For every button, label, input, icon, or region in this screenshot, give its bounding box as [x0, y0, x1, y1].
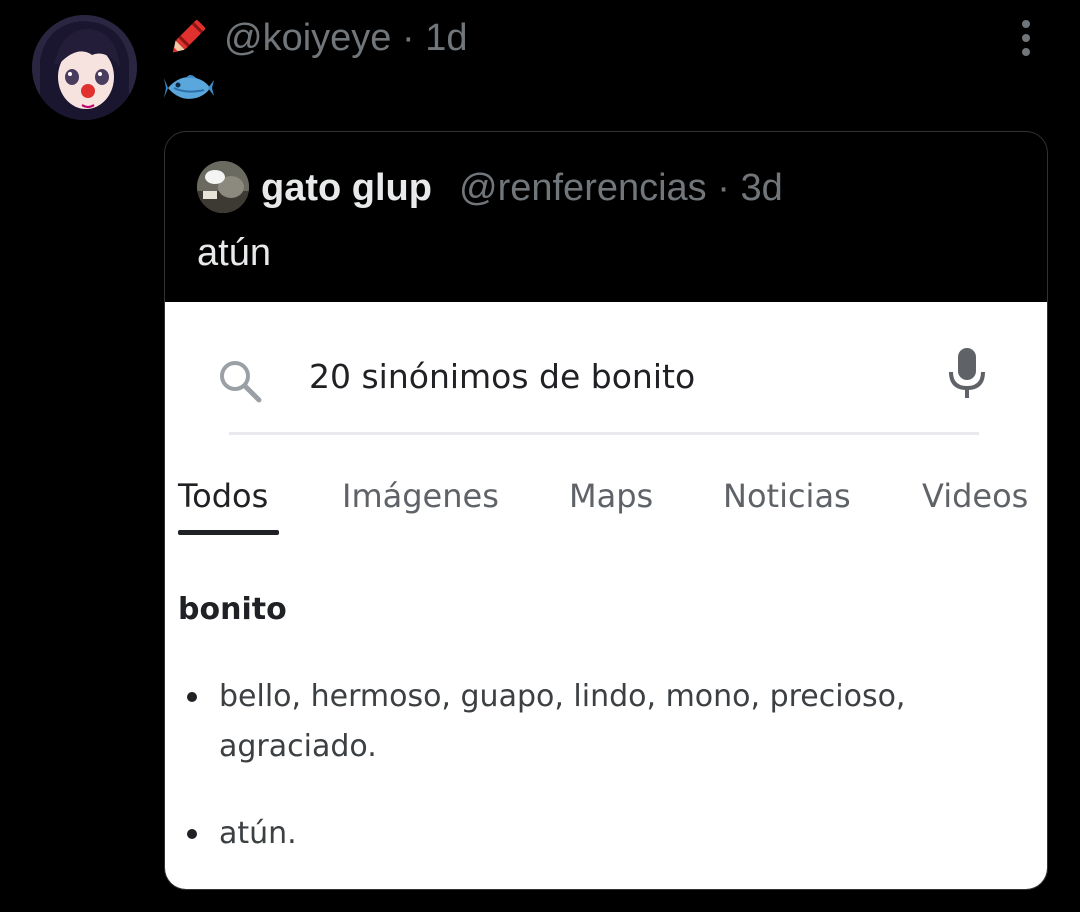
vertical-ellipsis-icon[interactable] [1008, 18, 1044, 58]
quoted-tweet-card[interactable]: gato glup @renferencias · 3d atún 20 sin… [164, 131, 1048, 890]
quoted-handle[interactable]: @renferencias [459, 167, 707, 209]
avatar[interactable] [32, 15, 137, 120]
tweet-time[interactable]: 1d [425, 17, 467, 59]
tab-todos: Todos [178, 477, 269, 515]
meta-separator: · [401, 17, 415, 59]
quoted-text: atún [197, 232, 271, 274]
tab-videos: Videos [922, 477, 1029, 515]
anime-girl-avatar-icon [32, 15, 137, 120]
list-item: atún. [219, 816, 297, 851]
definition-heading: bonito [178, 592, 287, 627]
attached-image[interactable]: 20 sinónimos de bonito Todos Imágenes Ma… [165, 302, 1047, 889]
list-item: bello, hermoso, guapo, lindo, mono, prec… [219, 679, 906, 764]
search-divider [229, 432, 979, 435]
user-handle[interactable]: @koiyeye [224, 17, 391, 59]
tab-noticias: Noticias [723, 477, 851, 515]
tab-imagenes: Imágenes [342, 477, 499, 515]
quoted-avatar[interactable] [197, 161, 249, 213]
tab-maps: Maps [569, 477, 654, 515]
bullet-dot [187, 829, 197, 839]
search-query: 20 sinónimos de bonito [309, 357, 696, 396]
crayon-icon [173, 20, 206, 53]
search-icon [220, 361, 262, 403]
quoted-time[interactable]: 3d [740, 167, 782, 209]
quoted-user-avatar-icon [197, 161, 249, 213]
quoted-separator: · [717, 167, 730, 209]
quoted-meta: @renferencias · 3d [459, 165, 783, 211]
tweet-meta: @koiyeye · 1d [224, 16, 467, 60]
microphone-icon [949, 348, 985, 398]
quoted-display-name[interactable]: gato glup [261, 165, 432, 211]
bullet-dot [187, 692, 197, 702]
active-tab-indicator [178, 530, 279, 535]
fish-icon [164, 75, 214, 99]
